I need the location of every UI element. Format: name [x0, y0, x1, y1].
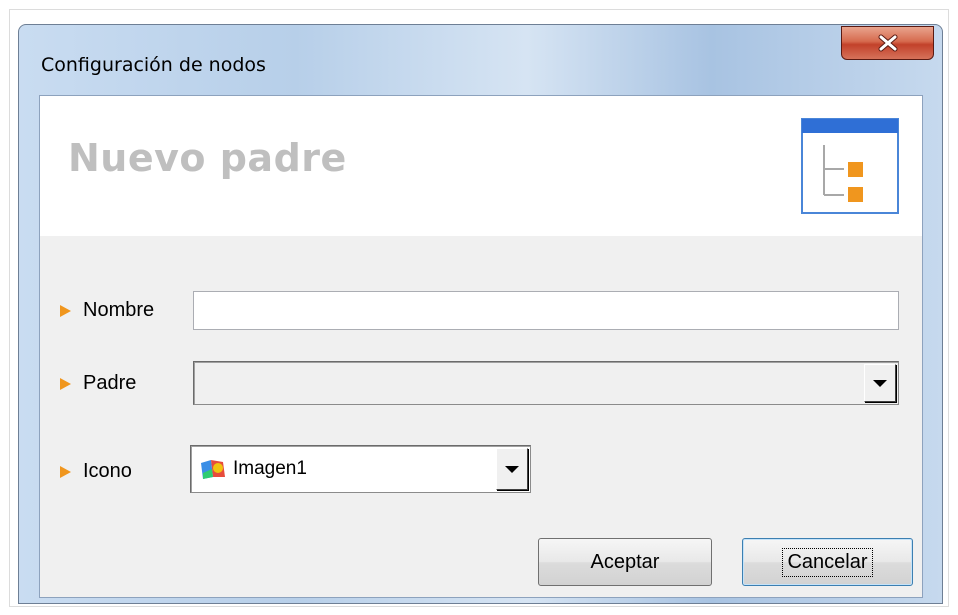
cancel-button-label: Cancelar [782, 547, 873, 577]
cancel-button[interactable]: Cancelar [742, 538, 913, 586]
dialog-header: Nuevo padre [40, 96, 922, 236]
bullet-icon [60, 465, 71, 478]
image-icon [201, 460, 225, 479]
chevron-down-icon [505, 465, 519, 473]
dialog-client-area: Nuevo padre Nombre Padre Icono Imagen1 A… [39, 95, 923, 598]
padre-label: Padre [83, 372, 137, 394]
close-icon [878, 34, 897, 52]
padre-row: Padre [60, 372, 136, 395]
icono-label: Icono [83, 460, 132, 482]
icono-dropdown-button[interactable] [496, 448, 528, 490]
dialog-window: Configuración de nodos Nuevo padre Nombr… [18, 24, 943, 604]
nombre-input[interactable] [193, 291, 899, 330]
padre-dropdown-button[interactable] [864, 364, 896, 402]
icono-row: Icono [60, 460, 132, 483]
icono-select-text: Imagen1 [233, 458, 307, 479]
title-bar[interactable]: Configuración de nodos [19, 25, 942, 95]
close-button[interactable] [841, 26, 934, 60]
icono-select-value: Imagen1 [199, 446, 307, 492]
nombre-label: Nombre [83, 299, 155, 321]
bullet-icon [60, 304, 71, 317]
chevron-down-icon [873, 379, 887, 387]
page-title: Nuevo padre [68, 136, 347, 180]
tree-icon [801, 118, 899, 214]
bullet-icon [60, 377, 71, 390]
icono-select[interactable]: Imagen1 [190, 445, 531, 493]
accept-button[interactable]: Aceptar [538, 538, 712, 586]
padre-select[interactable] [193, 361, 899, 405]
window-title: Configuración de nodos [41, 54, 266, 76]
nombre-row: Nombre [60, 299, 154, 322]
